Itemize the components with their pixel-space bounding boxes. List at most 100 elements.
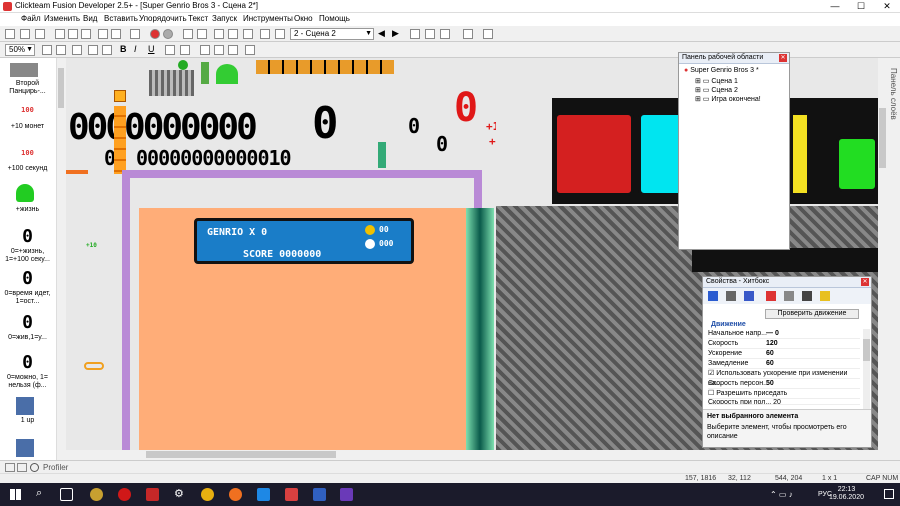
tab-icon-5[interactable]: [784, 291, 794, 301]
layers-side-tab[interactable]: Панель слоёв: [887, 58, 900, 460]
view-icon-2[interactable]: [197, 29, 207, 39]
app-icon-6[interactable]: [313, 488, 326, 501]
tab-icon-1[interactable]: [708, 291, 718, 301]
redo-icon[interactable]: [111, 29, 121, 39]
align-right-icon[interactable]: [228, 45, 238, 55]
menu-arrange[interactable]: Упорядочить: [139, 14, 187, 23]
hud-box[interactable]: GENRIO X 0 00 000 SCORE 0000000: [194, 218, 414, 264]
undo-icon[interactable]: [98, 29, 108, 39]
list-item[interactable]: +жизнь: [0, 206, 55, 214]
menu-help[interactable]: Помощь: [319, 14, 350, 23]
profiler-tab[interactable]: Profiler: [43, 463, 68, 472]
red-block[interactable]: [554, 112, 634, 196]
menu-run[interactable]: Запуск: [212, 14, 237, 23]
frame-icon-4[interactable]: [463, 29, 473, 39]
prop-row[interactable]: Скорость 120: [708, 339, 860, 349]
prop-row[interactable]: Скорость при пол... 20: [708, 399, 860, 405]
tool-icon-1[interactable]: [72, 45, 82, 55]
menu-edit[interactable]: Изменить: [44, 14, 80, 23]
frame-icon-2[interactable]: [425, 29, 435, 39]
list-item[interactable]: Второй Панцирь-...: [0, 80, 55, 96]
view-icon-4[interactable]: [228, 29, 238, 39]
align-left-icon[interactable]: [200, 45, 210, 55]
view-icon-7[interactable]: [275, 29, 285, 39]
italic-icon[interactable]: I: [134, 44, 137, 54]
prop-value[interactable]: 60: [766, 359, 774, 369]
canvas-horizontal-scrollbar[interactable]: [66, 450, 878, 460]
prop-value[interactable]: 50: [766, 379, 774, 389]
tab-icon-3[interactable]: [744, 291, 754, 301]
app-icon-3[interactable]: [229, 488, 242, 501]
view-icon-3[interactable]: [214, 29, 224, 39]
snap-icon[interactable]: [56, 45, 66, 55]
canvas-vertical-scrollbar[interactable]: [878, 58, 887, 450]
menu-text[interactable]: Текст: [188, 14, 208, 23]
notifications-icon[interactable]: [884, 489, 894, 499]
opera-icon[interactable]: [118, 488, 131, 501]
player-sprite[interactable]: [378, 142, 386, 168]
scroll-thumb[interactable]: [879, 108, 886, 168]
expand-icon[interactable]: [245, 45, 255, 55]
scroll-thumb[interactable]: [146, 451, 336, 458]
open-icon[interactable]: [20, 29, 30, 39]
tab-icon-4[interactable]: [766, 291, 776, 301]
tree-item-scene-1[interactable]: ⊞ ▭ Сцена 1: [695, 77, 738, 85]
big-counter[interactable]: 0000000000: [68, 110, 258, 146]
new-icon[interactable]: [5, 29, 15, 39]
list-item[interactable]: 0=можно, 1= нельзя (ф...: [0, 374, 55, 390]
prop-value[interactable]: — 0: [766, 329, 779, 339]
menu-tools[interactable]: Инструменты: [243, 14, 293, 23]
grid-tab-icon[interactable]: [5, 463, 15, 472]
paste-icon[interactable]: [81, 29, 91, 39]
tab-icon-7[interactable]: [820, 291, 830, 301]
list-item[interactable]: 0=+жизнь, 1=+100 секу...: [0, 248, 55, 264]
align-icon-2[interactable]: [180, 45, 190, 55]
close-button[interactable]: ✕: [874, 0, 900, 13]
tool-icon-3[interactable]: [102, 45, 112, 55]
settings-icon[interactable]: ⚙: [174, 487, 184, 500]
list-tab-icon[interactable]: [17, 463, 27, 472]
small-green-label[interactable]: +10: [86, 242, 97, 249]
tree-root[interactable]: ● Super Genrio Bros 3 *: [684, 67, 759, 74]
list-item[interactable]: 1 up: [0, 417, 55, 425]
prop-row[interactable]: Скорость персон... 50: [708, 379, 860, 389]
save-icon[interactable]: [35, 29, 45, 39]
zoom-select[interactable]: 50% ▼: [5, 44, 35, 56]
prop-row[interactable]: Начальное напр... — 0: [708, 329, 860, 339]
minimize-button[interactable]: —: [822, 0, 848, 13]
green-block[interactable]: [836, 136, 878, 192]
small-counter-b[interactable]: 0: [436, 134, 448, 154]
record-icon[interactable]: [163, 29, 173, 39]
menu-view[interactable]: Вид: [83, 14, 97, 23]
tree-item-scene-2[interactable]: ⊞ ▭ Сцена 2: [695, 86, 738, 94]
tab-icon-6[interactable]: [802, 291, 812, 301]
prop-value[interactable]: 60: [766, 349, 774, 359]
search-icon[interactable]: ⌕: [36, 487, 42, 500]
properties-scrollbar[interactable]: [863, 329, 870, 409]
windows-start-icon[interactable]: [10, 489, 21, 500]
bold-icon[interactable]: B: [120, 44, 127, 54]
cut-icon[interactable]: [55, 29, 65, 39]
copy-icon[interactable]: [68, 29, 78, 39]
red-counter[interactable]: 0: [454, 88, 478, 128]
view-icon-1[interactable]: [183, 29, 193, 39]
list-item[interactable]: +100 секунд: [0, 165, 55, 173]
close-icon[interactable]: ✕: [861, 278, 869, 286]
app-icon-2[interactable]: [146, 488, 159, 501]
prop-row[interactable]: Замедление 60: [708, 359, 860, 369]
app-icon-4[interactable]: [257, 488, 270, 501]
prop-checkbox-row[interactable]: ☐ Разрешить приседать: [708, 389, 860, 399]
tree-item-game-over[interactable]: ⊞ ▭ Игра окончена!: [695, 95, 761, 103]
list-item[interactable]: 0=жив,1=у...: [0, 334, 55, 342]
menu-file[interactable]: Файл: [21, 14, 41, 23]
next-frame-icon[interactable]: ▶: [392, 28, 399, 39]
scroll-thumb[interactable]: [58, 68, 64, 108]
list-item[interactable]: 0=время идет, 1=ост...: [0, 290, 55, 306]
align-icon-1[interactable]: [165, 45, 175, 55]
small-counter-a[interactable]: 0: [408, 116, 420, 136]
frame-icon-5[interactable]: [483, 29, 493, 39]
second-counter[interactable]: 00000000000010: [136, 148, 292, 168]
prop-checkbox-row[interactable]: ☑ Использовать ускорение при изменении н…: [708, 369, 860, 387]
frame-icon-3[interactable]: [440, 29, 450, 39]
clock[interactable]: 22:13 19.06.2020: [829, 486, 864, 502]
